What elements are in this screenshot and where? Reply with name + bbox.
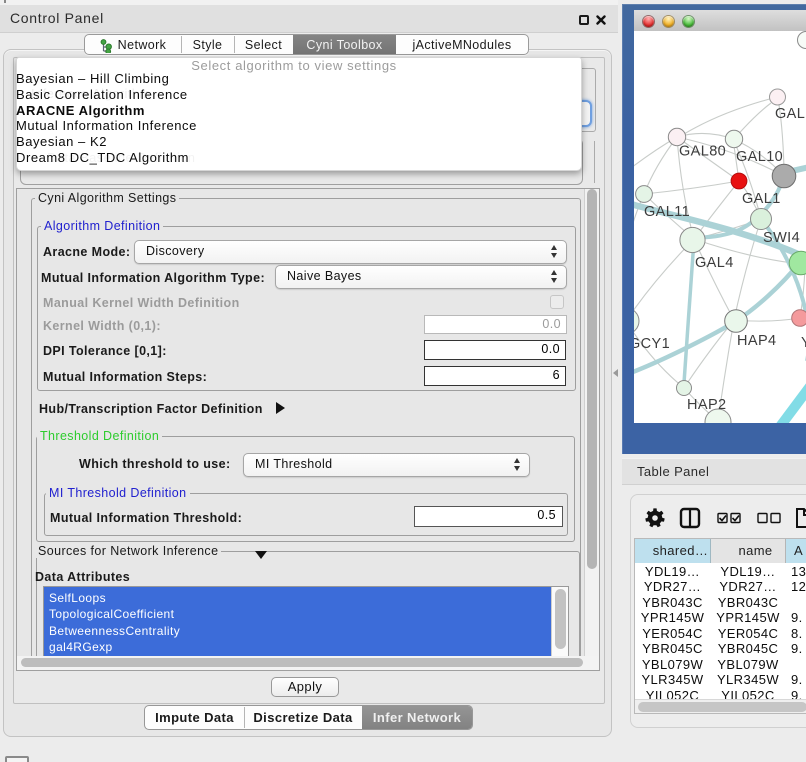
svg-text:GCY1: GCY1 [634,336,670,352]
svg-text:GAL11: GAL11 [644,204,690,220]
svg-text:GAL4: GAL4 [695,255,734,271]
svg-text:GAL80: GAL80 [679,144,726,160]
svg-text:GAL10: GAL10 [736,149,783,165]
svg-text:HAP2: HAP2 [687,397,726,413]
svg-text:SWI4: SWI4 [763,230,800,246]
svg-text:YM: YM [801,335,806,351]
svg-text:GAL: GAL [775,106,805,122]
svg-text:GAL1: GAL1 [742,191,781,207]
svg-text:HAP4: HAP4 [737,333,776,349]
